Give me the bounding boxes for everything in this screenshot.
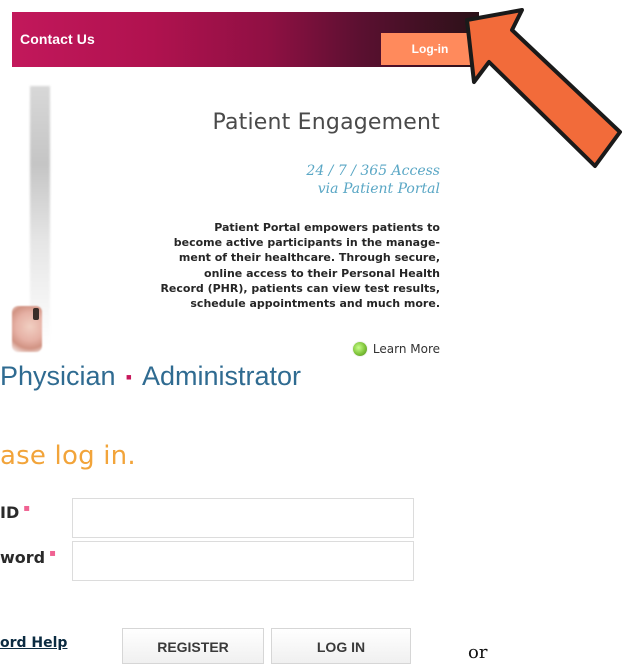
learn-more-icon <box>352 342 367 356</box>
register-button[interactable]: REGISTER <box>122 628 264 664</box>
administrator-role-link[interactable]: Administrator <box>142 361 301 392</box>
access-line-2: via Patient Portal <box>317 181 440 197</box>
user-id-label-text: ID <box>0 503 20 522</box>
role-selector: Physician ▪ Administrator <box>0 361 301 392</box>
card-description-line: Record (PHR), patients can view test res… <box>160 281 440 295</box>
card-description: Patient Portal empowers patients to beco… <box>95 220 440 311</box>
required-marker: ▪ <box>23 503 31 514</box>
or-text: or <box>468 642 488 663</box>
physician-role-link[interactable]: Physician <box>0 361 116 392</box>
card-description-line: online access to their Personal Health <box>204 266 440 280</box>
arrow-icon <box>465 8 622 168</box>
user-id-label: ID ▪ <box>0 503 30 522</box>
login-prompt: ase log in. <box>0 441 136 471</box>
contact-us-link[interactable]: Contact Us <box>20 31 95 47</box>
access-text: 24 / 7 / 365 Access via Patient Portal <box>306 162 440 198</box>
learn-more-label: Learn More <box>372 342 440 356</box>
access-line-1: 24 / 7 / 365 Access <box>306 163 440 179</box>
card-description-line: Patient Portal empowers patients to <box>214 221 440 234</box>
password-label: word ▪ <box>0 548 56 567</box>
left-portrait-detail <box>33 308 39 320</box>
password-help-link[interactable]: ord Help <box>0 635 67 651</box>
card-title: Patient Engagement <box>212 110 440 135</box>
password-label-text: word <box>0 548 46 567</box>
card-description-line: become active participants in the manage… <box>173 236 440 250</box>
top-navigation-bar: Contact Us Log-in <box>12 12 479 67</box>
log-in-button[interactable]: LOG IN <box>271 628 411 664</box>
role-separator: ▪ <box>125 366 132 387</box>
card-description-line: schedule appointments and much more. <box>190 297 440 311</box>
patient-engagement-card: Patient Engagement 24 / 7 / 365 Access v… <box>120 110 440 360</box>
required-marker: ▪ <box>49 548 56 559</box>
user-id-input[interactable] <box>72 498 414 538</box>
card-description-line: ment of their healthcare. Through secure… <box>178 251 440 265</box>
learn-more-link[interactable]: Learn More <box>352 342 440 356</box>
password-input[interactable] <box>72 541 414 581</box>
